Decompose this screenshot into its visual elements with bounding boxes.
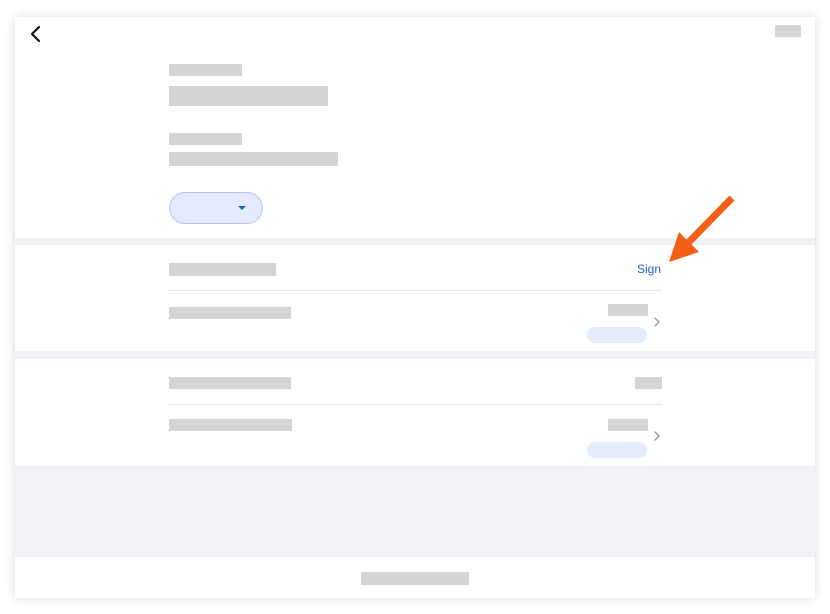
item-title-placeholder [169,419,292,431]
field-label-placeholder [169,64,242,76]
details-section [15,359,815,466]
status-badge-placeholder [587,327,647,343]
field-value-placeholder [169,86,328,106]
header-section [15,17,815,238]
item-title-placeholder [169,307,291,319]
sign-link[interactable]: Sign [637,262,661,276]
footer-button-placeholder[interactable] [361,572,469,585]
field-value-placeholder [169,152,338,166]
app-window: Sign [15,17,815,598]
item-meta-placeholder [608,304,648,316]
row-divider [169,290,662,291]
chevron-right-icon [654,431,660,441]
field-label-placeholder [169,133,242,145]
caret-down-icon [238,206,246,210]
filter-dropdown[interactable] [169,192,263,224]
section-title-placeholder [169,263,276,276]
back-chevron-icon[interactable] [25,23,47,45]
section-value-placeholder [635,377,662,389]
chevron-right-icon [654,317,660,327]
status-badge-placeholder [587,442,647,458]
row-divider [169,404,662,405]
footer-bar [15,557,815,598]
section-title-placeholder [169,377,291,389]
top-right-action-placeholder[interactable] [775,25,801,37]
signature-section: Sign [15,245,815,351]
item-meta-placeholder [608,419,648,431]
